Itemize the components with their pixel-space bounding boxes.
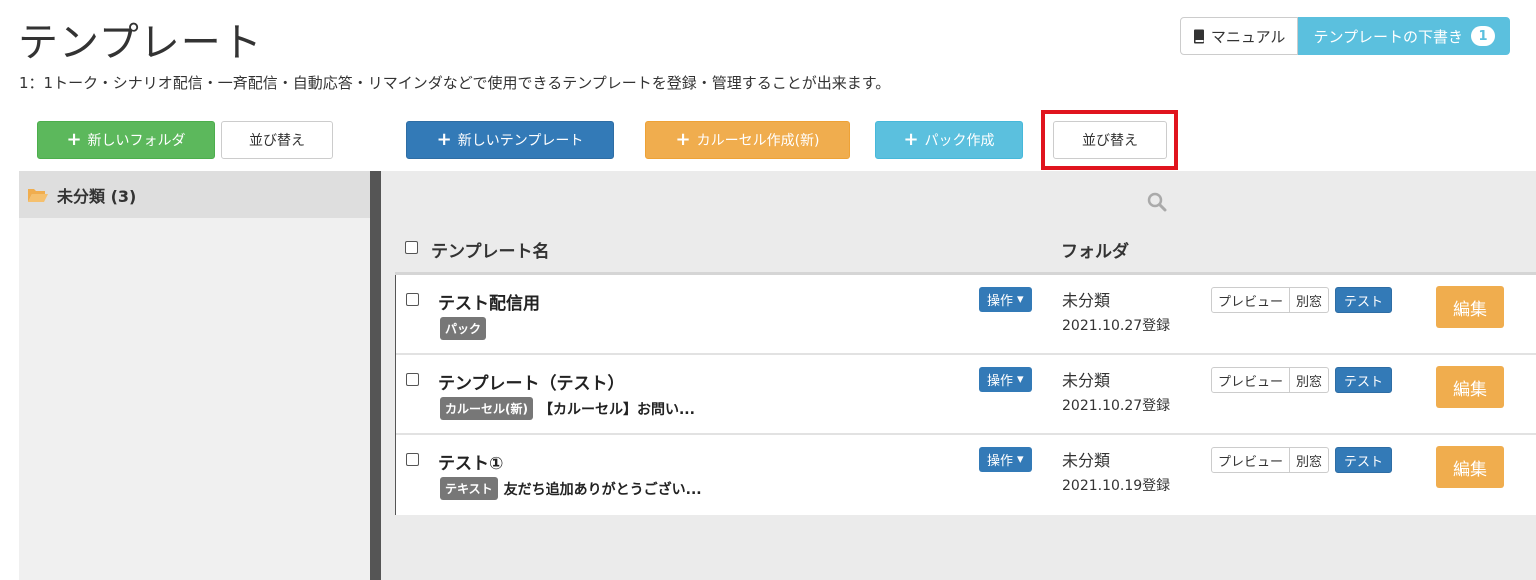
draft-label: テンプレートの下書き [1313,27,1463,46]
pack-label: パック作成 [924,133,995,149]
manual-label: マニュアル [1210,27,1286,46]
operation-label: 操作 [987,294,1014,309]
new-folder-label: 新しいフォルダ [87,133,186,149]
row-date: 2021.10.27登録 [1062,398,1171,414]
open-window-button[interactable]: 別窓 [1290,287,1330,313]
preview-button[interactable]: プレビュー [1211,367,1291,393]
table-row: テンプレート（テスト） カルーセル(新) 【カルーセル】お問い... 操作 ▾ … [396,355,1536,435]
edit-button[interactable]: 編集 [1436,366,1504,408]
table-header: テンプレート名 フォルダ [395,233,1536,275]
preview-button[interactable]: プレビュー [1211,447,1291,473]
template-type-tag: カルーセル(新) [440,397,533,420]
row-date: 2021.10.27登録 [1062,318,1171,334]
manual-button[interactable]: マニュアル [1179,17,1299,55]
operation-label: 操作 [987,454,1014,469]
test-button[interactable]: テスト [1335,447,1393,473]
row-folder: 未分類 [1062,371,1111,390]
plus-icon: + [66,129,82,150]
draft-count-badge: 1 [1471,26,1495,46]
template-preview-text: 友だち追加ありがとうござい... [503,481,702,498]
row-checkbox[interactable] [406,453,419,466]
operation-dropdown[interactable]: 操作 ▾ [979,367,1032,392]
panel-divider[interactable] [370,171,381,580]
row-action-group: プレビュー 別窓 テスト [1211,447,1393,473]
plus-icon: + [903,129,919,150]
book-icon [1193,29,1204,43]
folder-open-icon [28,188,48,202]
create-pack-button[interactable]: + パック作成 [875,121,1023,159]
row-action-group: プレビュー 別窓 テスト [1211,367,1393,393]
table-row: テスト① テキスト 友だち追加ありがとうござい... 操作 ▾ 未分類 2021… [396,435,1536,515]
search-icon[interactable] [1147,192,1167,212]
template-meta: パック [440,317,492,340]
operation-dropdown[interactable]: 操作 ▾ [979,447,1032,472]
operation-dropdown[interactable]: 操作 ▾ [979,287,1032,312]
template-list-panel: テンプレート名 フォルダ テスト配信用 パック 操作 ▾ 未分類 2021.10… [381,171,1536,580]
caret-down-icon: ▾ [1017,372,1024,387]
create-carousel-button[interactable]: + カルーセル作成(新) [645,121,850,159]
top-right-actions: マニュアル テンプレートの下書き 1 [1179,17,1510,55]
template-type-tag: パック [440,317,487,340]
sort-folder-label: 並び替え [249,133,305,149]
template-title: テスト配信用 [438,294,540,314]
select-all-checkbox[interactable] [405,241,418,254]
row-folder: 未分類 [1062,451,1111,470]
edit-button[interactable]: 編集 [1436,286,1504,328]
open-window-button[interactable]: 別窓 [1290,447,1330,473]
template-meta: テキスト 友だち追加ありがとうござい... [440,477,702,500]
carousel-label: カルーセル作成(新) [696,133,820,149]
new-folder-button[interactable]: + 新しいフォルダ [37,121,215,159]
template-title: テスト① [438,454,504,474]
page-description: 1：1トーク・シナリオ配信・一斉配信・自動応答・リマインダなどで使用できるテンプ… [19,74,891,92]
template-meta: カルーセル(新) 【カルーセル】お問い... [440,397,695,420]
template-preview-text: 【カルーセル】お問い... [538,401,695,418]
edit-button[interactable]: 編集 [1436,446,1504,488]
template-type-tag: テキスト [440,477,498,500]
row-date: 2021.10.19登録 [1062,478,1171,494]
folder-label: 未分類 (3) [57,186,137,206]
plus-icon: + [436,129,452,150]
template-list: テスト配信用 パック 操作 ▾ 未分類 2021.10.27登録 プレビュー 別… [395,275,1536,515]
row-folder: 未分類 [1062,291,1111,310]
row-checkbox[interactable] [406,373,419,386]
draft-button[interactable]: テンプレートの下書き 1 [1298,17,1510,55]
test-button[interactable]: テスト [1335,287,1393,313]
caret-down-icon: ▾ [1017,452,1024,467]
folder-sidebar: 未分類 (3) [19,171,370,580]
caret-down-icon: ▾ [1017,292,1024,307]
table-row: テスト配信用 パック 操作 ▾ 未分類 2021.10.27登録 プレビュー 別… [396,275,1536,355]
open-window-button[interactable]: 別窓 [1290,367,1330,393]
row-action-group: プレビュー 別窓 テスト [1211,287,1393,313]
new-template-button[interactable]: + 新しいテンプレート [406,121,614,159]
new-template-label: 新しいテンプレート [457,133,584,149]
row-checkbox[interactable] [406,293,419,306]
preview-button[interactable]: プレビュー [1211,287,1291,313]
template-title: テンプレート（テスト） [438,374,625,394]
highlight-box [1041,110,1178,170]
header-template-name: テンプレート名 [431,242,550,262]
operation-label: 操作 [987,374,1014,389]
header-folder: フォルダ [1061,242,1129,262]
test-button[interactable]: テスト [1335,367,1393,393]
sort-folder-button[interactable]: 並び替え [221,121,333,159]
folder-item-uncategorized[interactable]: 未分類 (3) [19,171,370,218]
page-title: テンプレート [18,20,263,66]
plus-icon: + [675,129,691,150]
